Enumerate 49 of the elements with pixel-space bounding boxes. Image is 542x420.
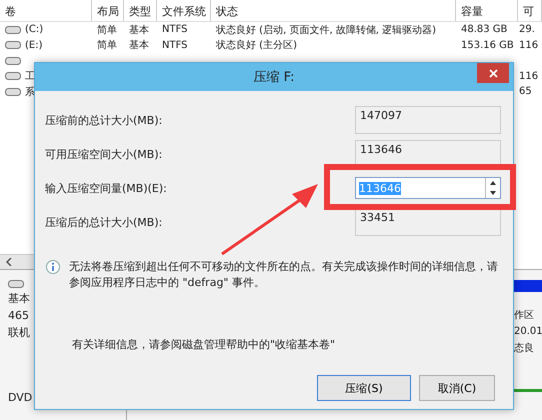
table-cell: NTFS xyxy=(162,24,188,36)
partition-bar xyxy=(514,280,542,292)
table-cell: 65 xyxy=(519,86,532,98)
readonly-field: 147097 xyxy=(355,106,501,134)
field-label: 压缩后的总计大小(MB): xyxy=(45,214,164,230)
partition-size: 20.01 xyxy=(514,326,542,337)
drive-icon xyxy=(5,41,21,50)
partition-name: 作区 xyxy=(514,309,535,322)
scroll-left-icon[interactable] xyxy=(6,258,12,266)
table-cell-text: 简单 xyxy=(97,24,117,37)
field-label: 输入压缩空间量(MB)(E): xyxy=(45,180,168,196)
info-icon xyxy=(45,259,61,275)
info-text: 无法将卷压缩到超出任何不可移动的文件所在的点。有关完成该操作时间的详细信息，请参阅应用程序日志中的 "defrag" 事件。 xyxy=(69,259,499,291)
table-cell: 48.83 GB xyxy=(461,24,508,36)
dialog-title: 压缩 F: xyxy=(254,69,294,86)
disk-status: 联机 xyxy=(8,325,31,340)
drive-icon xyxy=(8,280,24,288)
close-button[interactable] xyxy=(477,63,509,83)
drive-icon xyxy=(5,88,21,96)
table-cell: 153.16 GB xyxy=(461,40,514,51)
field-label: 压缩前的总计大小(MB): xyxy=(45,112,164,128)
help-text: 有关详细信息，请参阅磁盘管理帮助中的"收缩基本卷" xyxy=(72,338,336,351)
field-label: 可用压缩空间大小(MB): xyxy=(45,146,164,162)
partition-line xyxy=(514,389,542,392)
drive-icon xyxy=(5,26,21,34)
partition-status: 态良 xyxy=(514,342,535,355)
shrink-button[interactable]: 压缩(S) xyxy=(317,375,411,401)
table-cell-text: 状态良好 (启动, 页面文件, 故障转储, 逻辑驱动器) xyxy=(216,24,436,37)
dvd-label: DVD xyxy=(8,391,34,404)
table-cell-text: 简单 xyxy=(97,38,117,52)
table-cell-text: 系 xyxy=(25,86,35,99)
drive-icon xyxy=(5,72,21,80)
table-cell: 116 xyxy=(519,70,538,82)
table-cell: NTFS xyxy=(162,40,188,51)
readonly-field: 33451 xyxy=(355,208,501,236)
disk-type: 基本 xyxy=(8,291,31,306)
table-cell: (C:) xyxy=(25,24,44,36)
table-cell-text: 工 xyxy=(25,70,35,84)
table-cell: 29. xyxy=(519,24,535,36)
table-cell-text: 基本 xyxy=(129,24,149,37)
table-cell: 116 xyxy=(519,40,538,51)
close-icon xyxy=(488,68,498,78)
cancel-button[interactable]: 取消(C) xyxy=(419,375,495,401)
drive-icon xyxy=(5,56,21,65)
horizontal-scrollbar[interactable] xyxy=(0,254,34,269)
table-cell-text: 基本 xyxy=(129,38,149,52)
table-cell-text: 状态良好 (主分区) xyxy=(216,38,297,52)
table-cell: (E:) xyxy=(25,40,42,51)
disk-size: 465 xyxy=(8,309,30,322)
